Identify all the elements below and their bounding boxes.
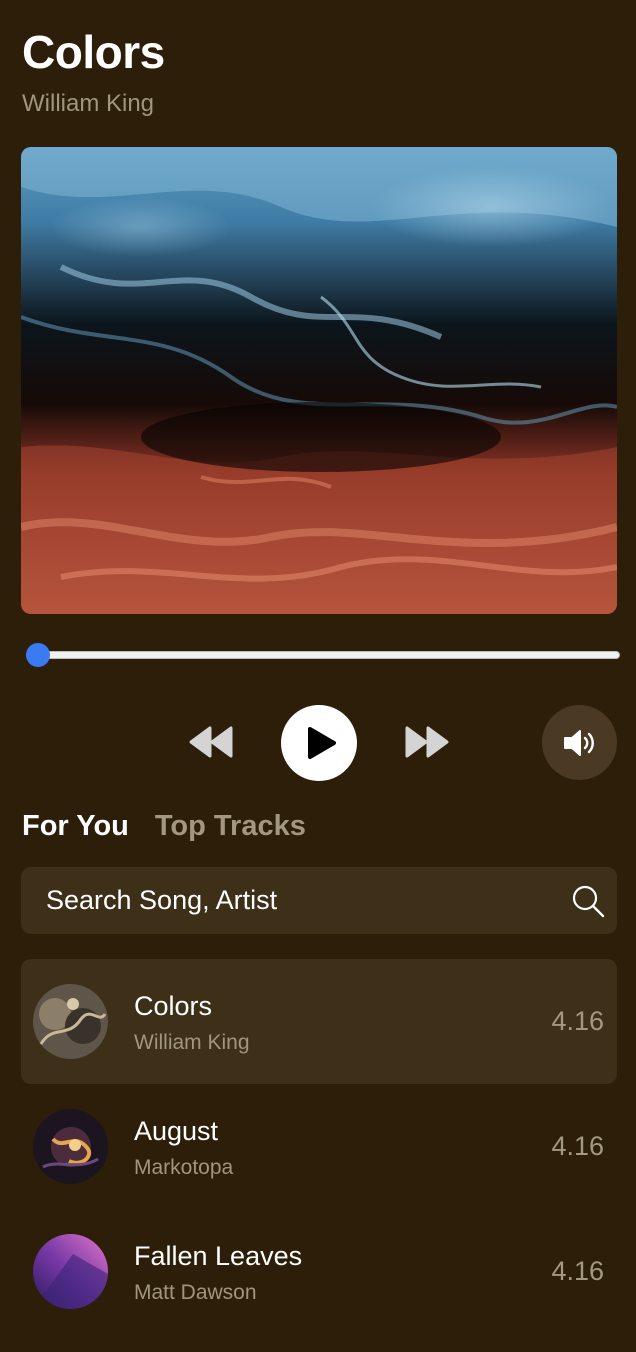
track-thumbnail bbox=[33, 984, 108, 1059]
track-list: Colors William King 4.16 August Markotop… bbox=[21, 959, 617, 1334]
speaker-volume-icon bbox=[563, 729, 594, 756]
track-title: Fallen Leaves bbox=[134, 1241, 303, 1271]
rewind-button[interactable] bbox=[186, 720, 236, 764]
track-thumbnail bbox=[33, 1234, 108, 1309]
search-bar bbox=[21, 867, 617, 934]
play-icon bbox=[307, 727, 336, 759]
tab-for-you[interactable]: For You bbox=[22, 808, 129, 844]
music-player-screen: Colors William King For You Top Tracks S… bbox=[0, 0, 636, 1352]
track-title: August bbox=[134, 1116, 219, 1146]
track-duration: 4.16 bbox=[551, 1131, 604, 1161]
track-artist: William King bbox=[134, 1031, 250, 1054]
fast-forward-icon bbox=[405, 726, 449, 758]
progress-thumb[interactable] bbox=[26, 643, 50, 667]
track-artist: Markotopa bbox=[134, 1156, 234, 1179]
volume-button[interactable] bbox=[542, 705, 617, 780]
track-row[interactable]: Colors William King 4.16 bbox=[21, 959, 617, 1084]
track-row[interactable]: Fallen Leaves Matt Dawson 4.16 bbox=[21, 1209, 617, 1334]
track-row[interactable]: August Markotopa 4.16 bbox=[21, 1084, 617, 1209]
tab-top-tracks[interactable]: Top Tracks bbox=[155, 808, 306, 844]
search-input[interactable] bbox=[21, 867, 541, 934]
search-icon[interactable] bbox=[571, 884, 605, 918]
album-cover-art bbox=[21, 147, 617, 614]
play-button[interactable] bbox=[281, 705, 357, 781]
playback-progress-slider[interactable] bbox=[26, 642, 620, 668]
track-title: Colors bbox=[134, 991, 213, 1021]
track-duration: 4.16 bbox=[551, 1006, 604, 1036]
track-thumbnail bbox=[33, 1109, 108, 1184]
track-artist: Matt Dawson bbox=[134, 1281, 257, 1304]
progress-track[interactable] bbox=[26, 651, 620, 659]
track-duration: 4.16 bbox=[551, 1256, 604, 1286]
rewind-icon bbox=[189, 726, 233, 758]
now-playing-title: Colors bbox=[22, 26, 165, 78]
tab-bar: For You Top Tracks bbox=[22, 808, 306, 844]
now-playing-artist: William King bbox=[22, 90, 155, 117]
fast-forward-button[interactable] bbox=[402, 720, 452, 764]
